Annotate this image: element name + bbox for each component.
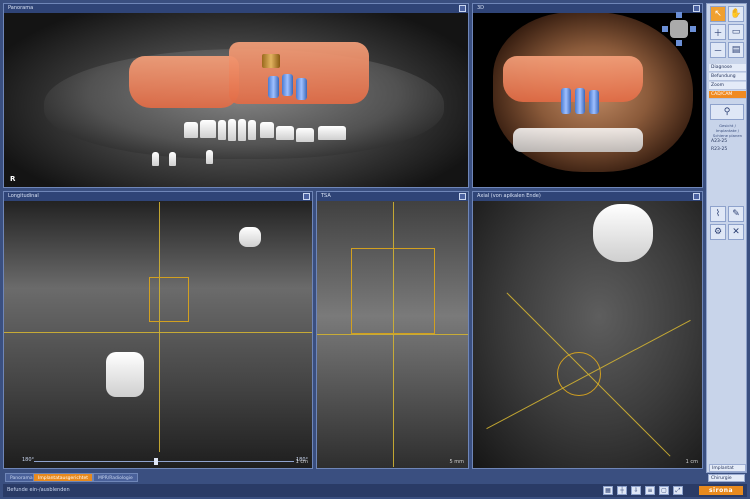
lower-tooth (184, 122, 198, 138)
implant-add-icon[interactable]: ⚙ (710, 224, 726, 240)
lower-tooth (248, 120, 256, 140)
maximize-icon[interactable] (303, 193, 310, 200)
implant-button[interactable]: Implantat (709, 464, 746, 472)
marker-left (152, 152, 159, 166)
ruler-icon[interactable]: ┼ (617, 486, 627, 495)
implant-1 (268, 76, 279, 98)
layout-icon[interactable]: ▭ (728, 24, 744, 40)
implant-entry-label: A23-25 (711, 139, 728, 144)
view-tabs: Panorama Implantatausgerichtet MPR/Radio… (3, 472, 703, 483)
lower-tooth (276, 126, 294, 140)
implant-circle (557, 352, 601, 396)
implant-entry-label: R23-25 (711, 147, 728, 152)
guide-line-diagonal-2 (506, 292, 671, 457)
slider-track (34, 461, 294, 462)
measure-tool-icon[interactable]: ✎ (728, 206, 744, 222)
lower-tooth (318, 126, 346, 140)
panorama-pane[interactable]: Panorama R (3, 3, 469, 188)
surgery-button-row[interactable]: Chirurgie (708, 474, 745, 482)
section-label: Gesicht / Implantate / Schiene planen (712, 123, 743, 138)
navigation-cube-icon[interactable] (670, 20, 688, 38)
pane-title-panorama: Panorama (4, 4, 468, 13)
3d-implant-1 (561, 88, 571, 114)
grid-icon[interactable]: ▦ (603, 486, 613, 495)
rotate-up-icon[interactable] (676, 12, 682, 18)
3d-implant-2 (575, 88, 585, 114)
implant-3 (296, 78, 307, 100)
maximize-icon[interactable] (693, 193, 700, 200)
implant-abutment (262, 54, 280, 68)
marker-right (206, 150, 213, 164)
window-icon[interactable]: ▢ (659, 486, 669, 495)
implant-guide-box (351, 248, 435, 334)
guide-line-vertical (159, 202, 160, 452)
cross-section-pane[interactable]: TSA 5 mm (316, 191, 469, 469)
longitudinal-pane[interactable]: Longitudinal 1 cm 180° 180° (3, 191, 313, 469)
lower-tooth (296, 128, 314, 142)
lower-tooth (200, 120, 216, 138)
app-window: Panorama R 3D Longitudinal 1 cm 180° 180… (0, 0, 750, 499)
slider-knob[interactable] (154, 458, 158, 465)
implant-2 (282, 74, 293, 96)
3d-view-pane[interactable]: 3D (472, 3, 703, 188)
implant-guide-box (149, 277, 189, 322)
implant-entry[interactable]: R23-25 (709, 146, 746, 153)
menu-cad-cam[interactable]: CAD/CAM (709, 91, 746, 99)
tab-implant-aligned[interactable]: Implantatausgerichtet (33, 473, 94, 482)
guide-line-horizontal (4, 332, 312, 333)
pane-title-cross: TSA (317, 192, 468, 201)
delete-icon[interactable]: ✕ (728, 224, 744, 240)
pane-title-3d: 3D (473, 4, 702, 13)
maximize-icon[interactable] (459, 5, 466, 12)
zoom-out-icon[interactable]: － (710, 42, 726, 58)
marker-left (169, 152, 176, 166)
maximize-icon[interactable] (693, 5, 700, 12)
lower-tooth (238, 119, 246, 141)
zoom-in-icon[interactable]: ＋ (710, 24, 726, 40)
slider-min-label: 180° (22, 457, 35, 463)
status-text: Befunde ein-/ausblenden (7, 487, 70, 493)
export-icon[interactable]: ⇩ (631, 486, 641, 495)
lower-tooth (260, 122, 274, 138)
3d-implant-3 (589, 90, 599, 114)
scale-label: 1 cm (685, 459, 698, 465)
3d-crowns (503, 56, 643, 102)
menu-befundung[interactable]: Befundung (709, 73, 746, 81)
pointer-icon[interactable]: ↖ (710, 6, 726, 22)
fullscreen-icon[interactable]: ⤢ (673, 486, 683, 495)
pane-title-longitudinal: Longitudinal (4, 192, 312, 201)
scale-label: 1 cm (295, 459, 308, 465)
rotate-left-icon[interactable] (662, 26, 668, 32)
rotation-slider[interactable]: 180° 180° (22, 457, 308, 465)
pane-title-axial: Axial (von apikalen Ende) (473, 192, 702, 201)
menu-zoom[interactable]: Zoom (709, 82, 746, 90)
menu-diagnose[interactable]: Diagnose (709, 64, 746, 72)
rotate-right-icon[interactable] (690, 26, 696, 32)
right-toolbar: ↖ ✋ ＋ ▭ － ▤ Diagnose Befundung Zoom CAD/… (706, 3, 747, 479)
implant-entry[interactable]: A23-25 (709, 138, 746, 145)
maximize-icon[interactable] (459, 193, 466, 200)
rotate-down-icon[interactable] (676, 40, 682, 46)
tab-mpr-radiology[interactable]: MPR/Radiologie (93, 473, 138, 482)
guide-line-horizontal (317, 334, 468, 335)
lower-tooth (228, 119, 236, 141)
tooth-bright (106, 352, 144, 397)
axial-crown (593, 204, 653, 262)
print-icon[interactable]: ▤ (728, 42, 744, 58)
list-icon[interactable]: ≡ (645, 486, 655, 495)
crown-bright (239, 227, 261, 247)
planned-crowns (129, 56, 239, 108)
status-bar: Befunde ein-/ausblenden ▦ ┼ ⇩ ≡ ▢ ⤢ siro… (3, 484, 747, 497)
brand-logo: sirona (699, 486, 743, 495)
implant-tool-icon[interactable]: ⚲ (710, 104, 744, 120)
side-indicator: R (10, 175, 16, 183)
3d-lower-teeth (513, 128, 643, 152)
hand-icon[interactable]: ✋ (728, 6, 744, 22)
lower-tooth (218, 120, 226, 140)
scale-label: 5 mm (449, 459, 464, 465)
axial-pane[interactable]: Axial (von apikalen Ende) 1 cm (472, 191, 703, 469)
nerve-tool-icon[interactable]: ⌇ (710, 206, 726, 222)
